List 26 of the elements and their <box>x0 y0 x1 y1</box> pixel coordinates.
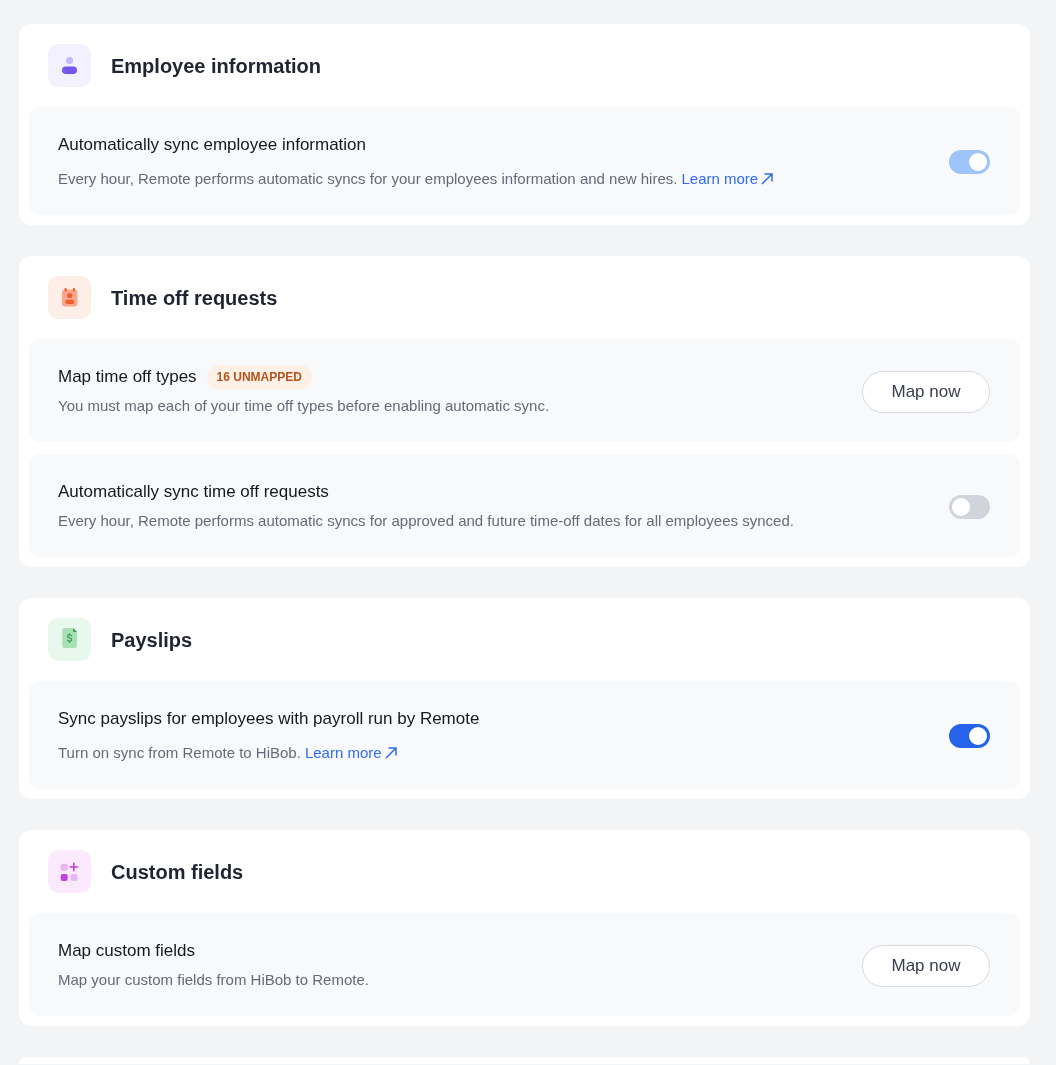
setting-title: Automatically sync time off requests <box>58 481 329 503</box>
external-link-icon <box>384 747 397 759</box>
setting-title: Map custom fields <box>58 940 195 962</box>
section-title: Time off requests <box>111 285 278 311</box>
section-title: Custom fields <box>111 859 244 885</box>
section-title: Payslips <box>111 627 193 653</box>
setting-description: You must map each of your time off types before enabling automatic sync. <box>58 396 550 416</box>
setting-title: Map time off types <box>58 366 197 388</box>
section-title: Employee information <box>111 53 322 79</box>
person-badge-icon <box>48 276 91 319</box>
setting-description: Every hour, Remote performs automatic syncs for approved and future time-off dates for all employees synced. <box>58 511 794 531</box>
setting-description: Map your custom fields from HiBob to Remote. <box>58 970 369 990</box>
count-badge: 16 UNMAPPED <box>206 365 312 389</box>
map-now-button[interactable]: Map now <box>862 944 990 987</box>
toggle-switch[interactable] <box>949 724 990 748</box>
person-icon <box>48 44 91 87</box>
map-now-button[interactable]: Map now <box>862 370 990 413</box>
setting-title: Sync payslips for employees with payroll run by Remote <box>58 708 480 730</box>
toggle-switch[interactable] <box>949 494 990 519</box>
grid-plus-icon <box>48 850 91 893</box>
dollar-document-icon <box>48 618 91 661</box>
setting-description: Every hour, Remote performs automatic syncs for your employees information and new hires. Learn more <box>58 167 774 191</box>
external-link-icon <box>761 173 774 185</box>
learn-more-link[interactable]: Learn more <box>304 741 397 765</box>
setting-description: Turn on sync from Remote to HiBob. Learn more <box>58 741 397 765</box>
setting-title: Automatically sync employee information <box>58 134 367 156</box>
